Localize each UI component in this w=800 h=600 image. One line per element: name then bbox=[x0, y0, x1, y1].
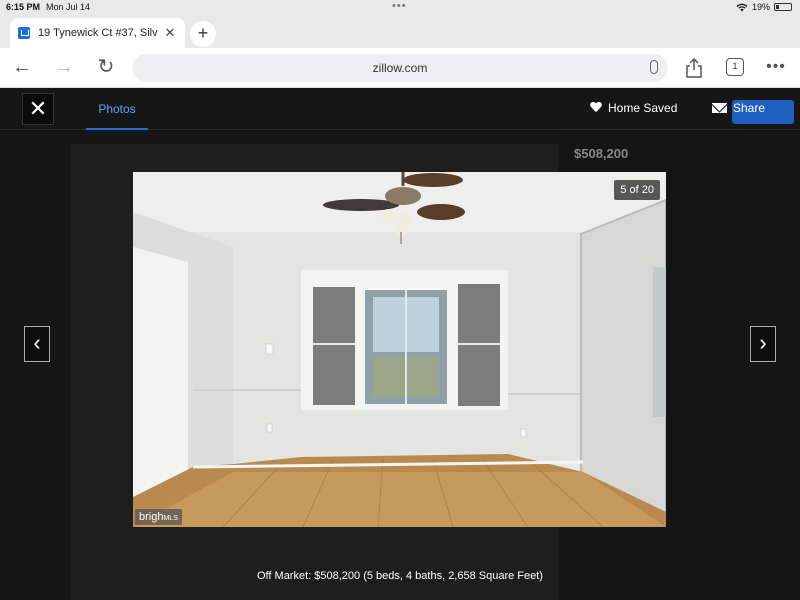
viewer-header: ✕ Photos Home Saved Share bbox=[0, 88, 800, 130]
close-viewer-icon[interactable]: ✕ bbox=[22, 93, 54, 125]
home-saved-button[interactable]: Home Saved bbox=[590, 101, 677, 115]
listing-photo[interactable]: 5 of 20 brighMLS bbox=[133, 172, 666, 527]
status-time: 6:15 PM bbox=[6, 2, 41, 12]
photo-counter: 5 of 20 bbox=[614, 180, 660, 200]
tab-photos[interactable]: Photos bbox=[86, 88, 148, 130]
address-bar[interactable]: zillow.com bbox=[132, 54, 668, 82]
arrow-right-icon[interactable]: → bbox=[52, 56, 76, 80]
browser-toolbar: ← → ↻ zillow.com 1 ••• bbox=[0, 48, 800, 88]
chevron-right-icon: › bbox=[759, 330, 767, 355]
url-text: zillow.com bbox=[372, 61, 428, 75]
status-date: Mon Jul 14 bbox=[46, 2, 91, 12]
status-right: 19% bbox=[736, 2, 792, 12]
zillow-favicon-icon bbox=[18, 27, 30, 39]
multitasking-dots-icon[interactable]: ••• bbox=[392, 0, 407, 12]
mail-icon bbox=[712, 103, 727, 113]
close-tab-icon[interactable]: ✕ bbox=[163, 25, 177, 41]
share-button[interactable]: Share bbox=[712, 101, 765, 115]
tab-strip: 19 Tynewick Ct #37, Silv ✕ + bbox=[0, 14, 800, 48]
home-saved-label: Home Saved bbox=[608, 101, 678, 115]
tab-title: 19 Tynewick Ct #37, Silv bbox=[38, 27, 158, 39]
watermark-small: MLS bbox=[163, 515, 178, 522]
more-icon[interactable]: ••• bbox=[764, 56, 788, 80]
plus-icon[interactable]: + bbox=[190, 21, 216, 47]
arrow-left-icon[interactable]: ← bbox=[10, 56, 34, 80]
chevron-left-icon: ‹ bbox=[33, 330, 41, 355]
browser-tab[interactable]: 19 Tynewick Ct #37, Silv ✕ bbox=[10, 18, 185, 48]
tab-count-button[interactable]: 1 bbox=[726, 58, 744, 76]
wifi-icon bbox=[736, 3, 748, 11]
listing-photo-viewer: $508,200 ✕ Photos Home Saved Share ‹ › 5… bbox=[0, 88, 800, 600]
watermark-main: brigh bbox=[139, 511, 164, 523]
battery-charging-icon bbox=[774, 3, 792, 11]
bright-mls-watermark: brighMLS bbox=[135, 509, 182, 525]
microphone-icon[interactable] bbox=[650, 60, 658, 74]
battery-percent: 19% bbox=[751, 2, 770, 12]
photo-caption: Off Market: $508,200 (5 beds, 4 baths, 2… bbox=[257, 570, 543, 582]
room-photo-illustration bbox=[133, 172, 666, 527]
share-label: Share bbox=[733, 101, 766, 115]
share-icon[interactable] bbox=[685, 58, 703, 78]
background-price: $508,200 bbox=[574, 146, 629, 161]
heart-icon bbox=[590, 102, 602, 114]
previous-photo-button[interactable]: ‹ bbox=[24, 326, 50, 362]
next-photo-button[interactable]: › bbox=[750, 326, 776, 362]
reload-icon[interactable]: ↻ bbox=[94, 56, 118, 80]
status-bar: 6:15 PM Mon Jul 14 ••• 19% bbox=[0, 0, 800, 14]
